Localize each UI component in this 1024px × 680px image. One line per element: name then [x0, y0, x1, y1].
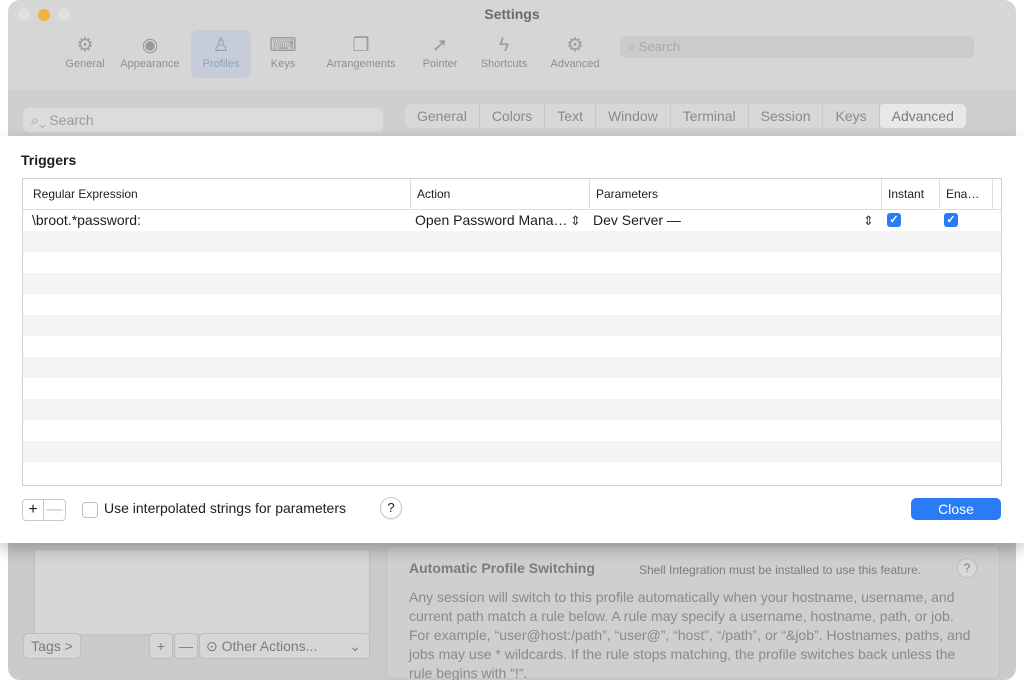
regex-cell[interactable]: \broot.*password:: [32, 210, 141, 231]
tab-general[interactable]: General: [405, 104, 480, 128]
action-cell[interactable]: Open Password Mana…: [415, 210, 568, 231]
table-row: [23, 441, 1001, 462]
help-button[interactable]: ?: [380, 497, 402, 519]
toolbar-pointer[interactable]: ➚ Pointer: [408, 34, 472, 70]
column-header-instant[interactable]: Instant: [881, 179, 938, 210]
table-row: [23, 420, 1001, 441]
add-remove-segmented: + —: [22, 499, 66, 521]
chevron-down-icon: ⌄: [349, 638, 361, 654]
tags-button[interactable]: Tags >: [23, 633, 81, 659]
table-row: [23, 357, 1001, 378]
tab-text[interactable]: Text: [545, 104, 596, 128]
keyboard-icon: ⌨: [269, 35, 297, 56]
search-icon: ⌕⌄: [31, 112, 50, 128]
table-header: Regular Expression Action Parameters Ins…: [23, 179, 1001, 210]
toolbar-search-field[interactable]: ⌕ Search: [620, 36, 974, 58]
person-icon: ♙: [212, 35, 230, 56]
table-row: [23, 252, 1001, 273]
toolbar-appearance[interactable]: ◉ Appearance: [115, 34, 185, 70]
toolbar-keys[interactable]: ⌨ Keys: [251, 34, 315, 70]
table-row: [23, 462, 1001, 483]
search-placeholder: Search: [638, 39, 681, 54]
column-header-enabled[interactable]: Ena…: [939, 179, 993, 210]
windows-icon: ❐: [352, 35, 370, 56]
toolbar-label: Keys: [270, 58, 296, 70]
toolbar-advanced[interactable]: ⚙ Advanced: [540, 34, 610, 70]
toolbar-label: General: [65, 58, 105, 70]
toolbar-label: Appearance: [120, 58, 180, 70]
tab-colors[interactable]: Colors: [480, 104, 546, 128]
column-header-parameters[interactable]: Parameters: [589, 179, 882, 210]
tab-window[interactable]: Window: [596, 104, 671, 128]
remove-profile-button[interactable]: —: [174, 633, 198, 659]
profile-list[interactable]: [34, 549, 370, 635]
toolbar-shortcuts[interactable]: ϟ Shortcuts: [472, 34, 536, 70]
gear-icon: ⚙: [76, 35, 94, 56]
column-header-regex[interactable]: Regular Expression: [27, 179, 409, 210]
toolbar-general[interactable]: ⚙ General: [50, 34, 120, 70]
table-row: [23, 273, 1001, 294]
up-down-chevron-icon[interactable]: ⇕: [570, 210, 581, 231]
table-row: [23, 315, 1001, 336]
window-title: Settings: [484, 6, 540, 22]
tab-terminal[interactable]: Terminal: [671, 104, 749, 128]
table-row: [23, 294, 1001, 315]
aps-description: Any session will switch to this profile …: [409, 589, 971, 680]
pointer-icon: ➚: [432, 35, 448, 56]
column-header-spacer: [992, 179, 1001, 210]
profile-settings-background: Tags > + — ⊙ Other Actions... ⌄ Automati…: [8, 543, 1016, 680]
automatic-profile-switching-panel: Automatic Profile Switching Shell Integr…: [386, 545, 1000, 680]
aps-help-button[interactable]: ?: [957, 558, 977, 578]
instant-checkbox[interactable]: ✓: [887, 213, 901, 227]
title-bar: Settings ⚙ General ◉ Appearance ♙ Profil…: [8, 0, 1016, 90]
search-placeholder: Search: [49, 112, 94, 128]
bolt-icon: ϟ: [498, 35, 510, 56]
remove-trigger-button[interactable]: —: [44, 500, 65, 520]
eye-icon: ◉: [141, 35, 159, 56]
table-row[interactable]: \broot.*password: Open Password Mana… ⇕ …: [23, 210, 1001, 231]
tab-advanced[interactable]: Advanced: [879, 104, 966, 128]
other-actions-popup[interactable]: ⊙ Other Actions... ⌄: [199, 633, 370, 659]
toolbar-arrangements[interactable]: ❐ Arrangements: [316, 34, 406, 70]
table-row: [23, 399, 1001, 420]
close-button[interactable]: Close: [911, 498, 1001, 520]
toolbar-label: Pointer: [422, 58, 458, 70]
enabled-checkbox[interactable]: ✓: [944, 213, 958, 227]
table-row: [23, 378, 1001, 399]
table-row: [23, 336, 1001, 357]
toolbar-profiles[interactable]: ♙ Profiles: [191, 30, 251, 78]
other-actions-label: Other Actions...: [221, 638, 318, 654]
toolbar-label: Arrangements: [326, 58, 396, 70]
aps-title: Automatic Profile Switching: [409, 560, 595, 576]
profiles-search-field[interactable]: ⌕⌄ Search: [23, 108, 383, 132]
profile-tab-bar: General Colors Text Window Terminal Sess…: [405, 104, 966, 128]
interpolated-strings-checkbox[interactable]: [82, 502, 98, 518]
add-profile-button[interactable]: +: [149, 633, 173, 659]
sheet-title: Triggers: [21, 152, 77, 168]
column-header-action[interactable]: Action: [410, 179, 590, 210]
triggers-sheet: Triggers Regular Expression Action Param…: [0, 136, 1024, 543]
tab-keys[interactable]: Keys: [823, 104, 880, 128]
table-row: [23, 231, 1001, 252]
ellipsis-circle-icon: ⊙: [206, 638, 222, 654]
triggers-table[interactable]: Regular Expression Action Parameters Ins…: [22, 178, 1002, 486]
toolbar-label: Shortcuts: [480, 58, 528, 70]
aps-note: Shell Integration must be installed to u…: [639, 563, 922, 577]
interpolated-strings-label: Use interpolated strings for parameters: [104, 500, 346, 516]
parameters-cell[interactable]: Dev Server —: [593, 210, 681, 231]
toolbar-label: Profiles: [202, 58, 240, 70]
gears-icon: ⚙: [566, 35, 584, 56]
tab-session[interactable]: Session: [749, 104, 824, 128]
add-trigger-button[interactable]: +: [23, 500, 44, 520]
profiles-header: ⌕⌄ Search General Colors Text Window Ter…: [8, 90, 1016, 136]
up-down-chevron-icon[interactable]: ⇕: [863, 210, 874, 231]
search-icon: ⌕: [628, 39, 639, 54]
toolbar-label: Advanced: [550, 58, 600, 70]
